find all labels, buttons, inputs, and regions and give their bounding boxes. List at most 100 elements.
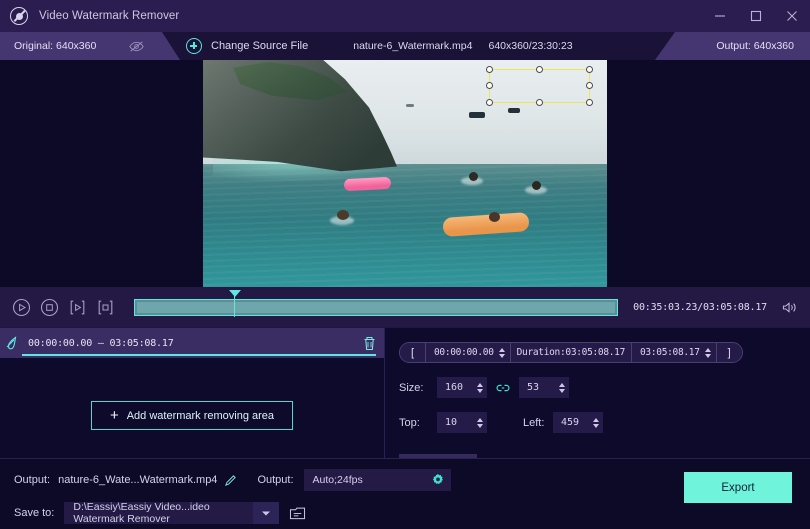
scene-swimmer bbox=[337, 210, 349, 220]
add-area-label: Add watermark removing area bbox=[126, 409, 275, 422]
scene-boat bbox=[508, 108, 520, 113]
left-label: Left: bbox=[523, 416, 545, 429]
output-format-select[interactable]: Auto;24fps bbox=[303, 469, 451, 491]
minimize-icon[interactable] bbox=[702, 0, 738, 32]
region-range-label: 00:00:00.00 — 03:05:08.17 bbox=[28, 337, 174, 349]
save-to-label: Save to: bbox=[14, 507, 55, 519]
top-label: Top: bbox=[399, 416, 420, 429]
plus-icon: + bbox=[109, 407, 119, 424]
range-start-stepper[interactable] bbox=[498, 347, 505, 358]
size-height-stepper[interactable] bbox=[559, 382, 565, 393]
time-range-control: [ 00:00:00.00 Duration:03:05:08.17 03:05… bbox=[399, 342, 743, 363]
size-width-stepper[interactable] bbox=[477, 382, 483, 393]
output-format-label: Output: bbox=[257, 474, 294, 486]
eye-off-icon[interactable] bbox=[129, 40, 144, 53]
range-end-field[interactable]: 03:05:08.17 bbox=[632, 343, 716, 362]
size-width-value: 160 bbox=[445, 382, 464, 393]
window-controls bbox=[702, 0, 810, 32]
change-source-file-button[interactable]: Change Source File bbox=[186, 38, 308, 54]
resize-handle-bottom-right[interactable] bbox=[586, 99, 593, 106]
left-value: 459 bbox=[561, 417, 580, 428]
scene-boat bbox=[469, 112, 485, 118]
size-height-value: 53 bbox=[527, 382, 540, 393]
source-file-meta: 640x360/23:30:23 bbox=[488, 40, 573, 52]
range-end-value: 03:05:08.17 bbox=[640, 347, 700, 358]
range-duration-label: Duration:03:05:08.17 bbox=[510, 343, 632, 362]
range-close-bracket: ] bbox=[716, 343, 742, 362]
watermark-logo-icon bbox=[10, 7, 28, 25]
timeline-playhead[interactable] bbox=[230, 289, 240, 317]
maximize-icon[interactable] bbox=[738, 0, 774, 32]
scene-sea bbox=[203, 164, 607, 287]
top-value: 10 bbox=[445, 417, 458, 428]
resize-handle-bottom-left[interactable] bbox=[486, 99, 493, 106]
size-row: Size: 160 53 bbox=[399, 377, 810, 398]
add-watermark-removing-area-button[interactable]: + Add watermark removing area bbox=[90, 401, 294, 430]
scene-swimmer bbox=[532, 181, 541, 190]
regions-pane: 00:00:00.00 — 03:05:08.17 + Add watermar… bbox=[0, 328, 385, 458]
resize-handle-middle-left[interactable] bbox=[486, 82, 493, 89]
play-circle-icon[interactable] bbox=[12, 298, 31, 317]
size-width-input[interactable]: 160 bbox=[437, 377, 487, 398]
add-area-container: + Add watermark removing area bbox=[0, 358, 384, 458]
original-resolution-label: Original: 640x360 bbox=[14, 40, 97, 52]
pencil-icon[interactable] bbox=[224, 474, 237, 487]
stop-circle-icon[interactable] bbox=[40, 298, 59, 317]
export-button[interactable]: Export bbox=[684, 472, 792, 503]
bottom-bar: Output: nature-6_Wate...Watermark.mp4 Ou… bbox=[0, 458, 810, 529]
save-to-row: Save to: D:\Eassiy\Eassiy Video...ideo W… bbox=[14, 501, 810, 525]
change-source-file-label: Change Source File bbox=[211, 40, 309, 52]
title-bar: Video Watermark Remover bbox=[0, 0, 810, 32]
range-start-field[interactable]: 00:00:00.00 bbox=[426, 343, 510, 362]
tab-output-resolution[interactable]: Output: 640x360 bbox=[655, 32, 810, 60]
timeline-track bbox=[137, 301, 616, 313]
scene-swimmer bbox=[489, 212, 500, 222]
transport-bar: 00:35:03.23/03:05:08.17 bbox=[0, 287, 810, 327]
output-resolution-label: Output: 640x360 bbox=[716, 40, 794, 52]
top-input[interactable]: 10 bbox=[437, 412, 487, 433]
video-canvas[interactable] bbox=[203, 60, 607, 287]
watermark-selection-box[interactable] bbox=[486, 66, 593, 106]
range-end-stepper[interactable] bbox=[704, 347, 711, 358]
output-format-value: Auto;24fps bbox=[312, 474, 363, 486]
left-stepper[interactable] bbox=[593, 417, 599, 428]
range-open-bracket: [ bbox=[400, 343, 425, 362]
time-readout: 00:35:03.23/03:05:08.17 bbox=[633, 301, 767, 313]
resize-handle-top-center[interactable] bbox=[535, 66, 543, 73]
trash-icon[interactable] bbox=[363, 336, 376, 351]
resize-handle-top-left[interactable] bbox=[486, 66, 493, 73]
link-icon[interactable] bbox=[496, 383, 510, 393]
top-stepper[interactable] bbox=[477, 417, 483, 428]
output-name-label: Output: bbox=[14, 474, 51, 486]
source-file-name: nature-6_Watermark.mp4 bbox=[353, 40, 473, 52]
volume-icon[interactable] bbox=[782, 301, 798, 314]
timeline-scrubber[interactable] bbox=[134, 289, 619, 317]
save-to-path-field[interactable]: D:\Eassiy\Eassiy Video...ideo Watermark … bbox=[64, 501, 254, 525]
resize-handle-bottom-center[interactable] bbox=[535, 99, 543, 106]
region-progress-underline bbox=[22, 354, 376, 356]
watermark-region-row[interactable]: 00:00:00.00 — 03:05:08.17 bbox=[0, 328, 384, 358]
properties-pane: [ 00:00:00.00 Duration:03:05:08.17 03:05… bbox=[385, 328, 810, 478]
source-bar: Original: 640x360 Change Source File nat… bbox=[0, 32, 810, 60]
app-title: Video Watermark Remover bbox=[39, 10, 180, 22]
gear-icon[interactable] bbox=[431, 473, 445, 487]
bracket-play-icon[interactable] bbox=[68, 298, 87, 317]
bracket-stop-icon[interactable] bbox=[96, 298, 115, 317]
app-window: Video Watermark Remover Original: 640x36… bbox=[0, 0, 810, 529]
resize-handle-top-right[interactable] bbox=[586, 66, 593, 73]
chevron-down-icon[interactable] bbox=[253, 502, 280, 524]
resize-handle-middle-right[interactable] bbox=[586, 82, 593, 89]
position-row: Top: 10 Left: 459 bbox=[399, 412, 810, 433]
size-height-input[interactable]: 53 bbox=[519, 377, 569, 398]
work-area: 00:00:00.00 — 03:05:08.17 + Add watermar… bbox=[0, 327, 810, 478]
left-input[interactable]: 459 bbox=[553, 412, 603, 433]
brush-icon bbox=[6, 335, 20, 351]
size-label: Size: bbox=[399, 381, 424, 394]
folder-icon[interactable] bbox=[289, 506, 306, 521]
scene-pink-float bbox=[343, 176, 392, 192]
close-icon[interactable] bbox=[774, 0, 810, 32]
scene-boat bbox=[406, 104, 414, 107]
video-preview-area bbox=[0, 60, 810, 287]
plus-circle-icon bbox=[186, 38, 202, 54]
tab-original-resolution[interactable]: Original: 640x360 bbox=[0, 32, 180, 60]
